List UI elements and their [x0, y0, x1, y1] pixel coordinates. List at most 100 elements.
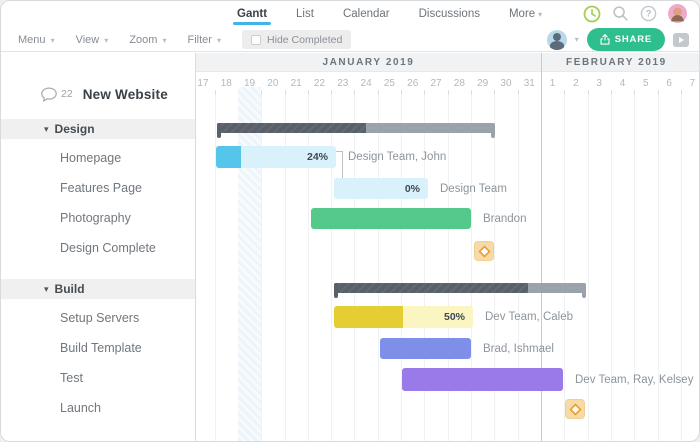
day-label: 25 [378, 72, 401, 95]
day-label: 4 [611, 72, 634, 95]
share-icon [600, 34, 610, 45]
day-label: 6 [658, 72, 681, 95]
assignee-label: Design Team, John [348, 146, 446, 168]
day-label: 5 [634, 72, 657, 95]
task-row-design-complete[interactable]: Design Complete [1, 233, 195, 263]
day-label: 29 [471, 72, 494, 95]
day-label: 18 [215, 72, 238, 95]
help-icon[interactable]: ? [640, 5, 657, 22]
toolbar-menus: Menu ▾ View ▾ Zoom ▾ Filter ▾ Hide Completed [18, 27, 351, 52]
menu-view[interactable]: View ▾ [76, 34, 109, 46]
teamgantt-app: Gantt List Calendar Discussions More▾ ? Menu… [0, 0, 700, 442]
assignee-label: Design Team [440, 178, 507, 199]
task-bar-photography[interactable] [311, 208, 471, 229]
top-navbar: Gantt List Calendar Discussions More▾ ? [1, 1, 699, 27]
task-row-homepage[interactable]: Homepage [1, 143, 195, 173]
day-label: 21 [285, 72, 308, 95]
assignee-label: Brandon [483, 208, 526, 229]
day-label: 1 [541, 72, 564, 95]
task-row-features-page[interactable]: Features Page [1, 173, 195, 203]
assignee-label: Brad, Ishmael [483, 338, 554, 359]
share-button[interactable]: SHARE [587, 28, 665, 51]
comments-icon[interactable] [41, 87, 57, 102]
row-label: Build [55, 282, 85, 296]
chevron-down-icon: ▾ [104, 36, 108, 45]
task-bar-test[interactable] [402, 368, 563, 391]
hide-completed-toggle[interactable]: Hide Completed [242, 30, 351, 49]
collapse-triangle-icon[interactable]: ▾ [44, 284, 49, 295]
day-label: 24 [354, 72, 377, 95]
row-label: Test [60, 371, 83, 385]
task-bar-setup-servers[interactable]: 50% [334, 306, 473, 328]
task-bar-build-template[interactable] [380, 338, 471, 359]
comment-count: 22 [61, 88, 73, 100]
summary-progress [334, 283, 528, 293]
milestone-diamond-icon [569, 403, 582, 416]
collapse-triangle-icon[interactable]: ▾ [44, 124, 49, 135]
menu-zoom[interactable]: Zoom ▾ [129, 34, 166, 46]
search-icon[interactable] [612, 5, 629, 22]
hide-completed-checkbox[interactable] [251, 35, 261, 45]
day-label: 30 [494, 72, 517, 95]
summary-bar-design[interactable] [217, 123, 495, 133]
milestone-diamond-icon [478, 245, 491, 258]
toolbar-right: ▾ SHARE [547, 27, 689, 52]
task-percent-label: 0% [405, 178, 420, 199]
summary-bar-build[interactable] [334, 283, 586, 293]
tab-calendar[interactable]: Calendar [341, 3, 392, 24]
month-label-january: JANUARY 2019 [196, 53, 541, 72]
task-progress-fill [334, 306, 403, 328]
hide-completed-label: Hide Completed [267, 34, 342, 46]
task-row-launch[interactable]: Launch [1, 393, 195, 423]
gantt-chart: 1718192021222324252627282930311234567JAN… [196, 53, 699, 441]
summary-end-bracket [491, 123, 495, 138]
avatar-chevron-icon[interactable]: ▾ [575, 35, 579, 44]
day-label: 2 [564, 72, 587, 95]
day-label: 3 [588, 72, 611, 95]
assignee-label: Dev Team, Caleb [485, 306, 573, 328]
video-tutorial-icon[interactable] [673, 33, 689, 47]
share-label: SHARE [615, 34, 652, 45]
row-label: Features Page [60, 181, 142, 195]
nav-icons: ? [583, 4, 687, 23]
svg-text:?: ? [646, 9, 652, 19]
month-label-february: FEBRUARY 2019 [566, 53, 667, 72]
nav-tabs: Gantt List Calendar Discussions More▾ [235, 1, 544, 25]
chevron-down-icon: ▾ [217, 36, 221, 45]
row-label: Design [55, 122, 95, 136]
chevron-down-icon: ▾ [538, 10, 542, 19]
task-row-test[interactable]: Test [1, 363, 195, 393]
menu-filter[interactable]: Filter ▾ [188, 34, 222, 46]
summary-end-bracket [582, 283, 586, 298]
milestone-launch[interactable] [565, 399, 585, 419]
project-title: New Website [83, 87, 168, 102]
day-label: 31 [518, 72, 541, 95]
group-row-build[interactable]: ▾ Build [1, 279, 195, 299]
task-bar-homepage[interactable]: 24% [216, 146, 336, 168]
task-row-photography[interactable]: Photography [1, 203, 195, 233]
assignee-label: Dev Team, Ray, Kelsey [575, 368, 693, 391]
time-tracking-icon[interactable] [583, 5, 601, 23]
summary-start-bracket [217, 123, 221, 138]
tab-list[interactable]: List [294, 3, 316, 24]
chevron-down-icon: ▾ [163, 36, 167, 45]
chevron-down-icon: ▾ [51, 36, 55, 45]
tab-gantt[interactable]: Gantt [235, 3, 269, 24]
day-gridline [564, 95, 565, 441]
assigned-user-avatar[interactable] [547, 30, 567, 50]
task-bar-features-page[interactable]: 0% [334, 178, 428, 199]
toolbar: Menu ▾ View ▾ Zoom ▾ Filter ▾ Hide Completed… [1, 27, 699, 52]
task-row-build-template[interactable]: Build Template [1, 333, 195, 363]
profile-avatar[interactable] [668, 4, 687, 23]
menu-menu[interactable]: Menu ▾ [18, 34, 55, 46]
tab-discussions[interactable]: Discussions [417, 3, 482, 24]
day-label: 22 [308, 72, 331, 95]
row-label: Setup Servers [60, 311, 139, 325]
tab-more[interactable]: More▾ [507, 3, 544, 24]
milestone-design-complete[interactable] [474, 241, 494, 261]
group-row-design[interactable]: ▾ Design [1, 119, 195, 139]
project-header-row[interactable]: 22 New Website [1, 76, 195, 112]
task-row-setup-servers[interactable]: Setup Servers [1, 303, 195, 333]
row-label: Homepage [60, 151, 121, 165]
day-label: 7 [681, 72, 699, 95]
